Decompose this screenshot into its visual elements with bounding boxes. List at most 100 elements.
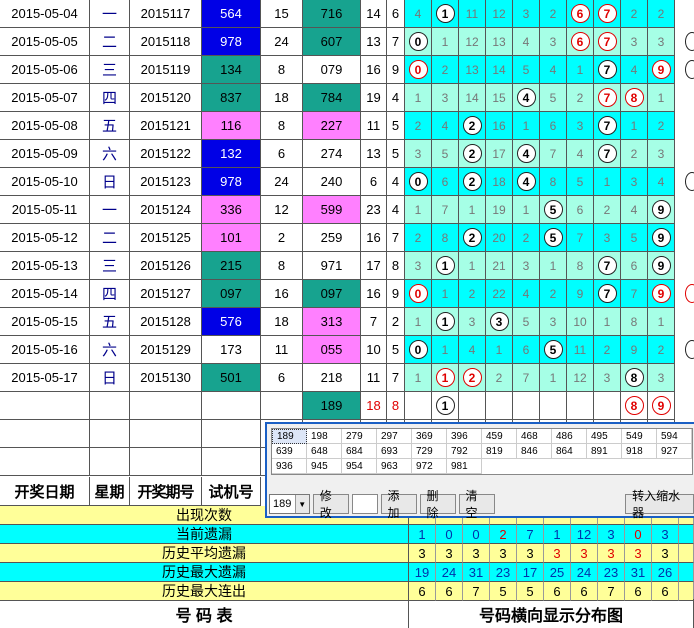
sum-cell: 15	[261, 0, 303, 28]
number-item[interactable]: 297	[377, 429, 412, 444]
clear-button[interactable]: 清空	[458, 489, 495, 520]
hit-ball: 7	[597, 32, 617, 51]
number-item[interactable]: 864	[552, 444, 587, 459]
number-item[interactable]: 981	[447, 459, 482, 474]
miss-count: 9	[576, 286, 584, 301]
number-item[interactable]: 729	[412, 444, 447, 459]
table-row[interactable]: 2015-05-12 二 2015125 101 2 259 16 7 2 8 2 20 2 5 7 3 5 9	[0, 224, 694, 252]
number-item[interactable]: 972	[412, 459, 447, 474]
table-row[interactable]: 2015-05-13 三 2015126 215 8 971 17 8 3 1 1 21 3 1 8 7 6 9	[0, 252, 694, 280]
number-select[interactable]: 189 ▼	[269, 494, 310, 514]
number-item[interactable]: 963	[377, 459, 412, 474]
empty-cell	[0, 420, 90, 448]
table-row[interactable]: 2015-05-16 六 2015129 173 11 055 10 5 0 1 4 1 6 5 11 2 9 2	[0, 336, 694, 364]
to-reducer-button[interactable]: 转入缩水器	[625, 489, 694, 520]
trend-cell: 3	[648, 28, 675, 56]
pending-test-number: 189	[303, 392, 361, 420]
number-item[interactable]: 693	[377, 444, 412, 459]
tail-cell: 5	[387, 140, 405, 168]
stats-value: 3	[517, 544, 544, 563]
table-row[interactable]: 2015-05-06 三 2015119 134 8 079 16 9 0 2 13 14 5 4 1 7 4 9	[0, 56, 694, 84]
number-item[interactable]: 459	[482, 429, 517, 444]
date-cell: 2015-05-05	[0, 28, 90, 56]
number-item[interactable]: 927	[657, 444, 692, 459]
miss-count: 3	[549, 314, 557, 329]
trend-cell: 3	[513, 0, 540, 28]
number-item[interactable]: 396	[447, 429, 482, 444]
test-number-cell: 259	[303, 224, 361, 252]
dropdown-arrow-icon[interactable]: ▼	[294, 495, 309, 513]
trend-cell: 8	[621, 364, 648, 392]
trend-cell: 1	[594, 168, 621, 196]
date-cell: 2015-05-07	[0, 84, 90, 112]
empty-cell	[90, 420, 130, 448]
trend-cell: 2	[540, 280, 567, 308]
number-item[interactable]: 594	[657, 429, 692, 444]
trend-cell: 22	[486, 280, 513, 308]
trend-cell: 2	[405, 224, 432, 252]
stats-value	[679, 525, 694, 544]
number-item[interactable]: 639	[272, 444, 307, 459]
number-item[interactable]: 891	[587, 444, 622, 459]
miss-count: 2	[495, 370, 503, 385]
hit-ball: 2	[462, 368, 482, 387]
number-item[interactable]: 945	[307, 459, 342, 474]
hit-ball: 7	[597, 88, 617, 107]
number-item[interactable]: 468	[517, 429, 552, 444]
number-item[interactable]: 198	[307, 429, 342, 444]
draw-number-cell: 101	[202, 224, 261, 252]
table-row[interactable]: 2015-05-07 四 2015120 837 18 784 19 4 1 3 14 15 4 5 2 7 8…	[0, 84, 694, 112]
number-item[interactable]: 486	[552, 429, 587, 444]
table-row[interactable]: 2015-05-09 六 2015122 132 6 274 13 5 3 5 2 17 4 7 4 7 2 3	[0, 140, 694, 168]
table-row[interactable]: 2015-05-14 四 2015127 097 16 097 16 9 0 1 2 22 4 2 9 7 7 9	[0, 280, 694, 308]
modify-button[interactable]: 修改	[312, 489, 349, 520]
table-row[interactable]: 2015-05-11 一 2015124 336 12 599 23 4 1 7 1 19 1 5 6 2 4 9	[0, 196, 694, 224]
trend-cell: 11	[567, 336, 594, 364]
table-row[interactable]: 2015-05-08 五 2015121 116 8 227 11 5 2 4 2 16 1 6 3 7 1 2	[0, 112, 694, 140]
trend-cell: 1	[621, 112, 648, 140]
number-input[interactable]	[351, 494, 378, 514]
number-item[interactable]: 279	[342, 429, 377, 444]
table-row[interactable]: 2015-05-05 二 2015118 978 24 607 13 7 0 1 12 13 4 3 6 7 3…	[0, 28, 694, 56]
miss-count: 1	[522, 118, 530, 133]
miss-count: 17	[492, 146, 506, 161]
trend-cell: 4	[459, 336, 486, 364]
trend-cell	[540, 392, 567, 420]
number-item[interactable]: 846	[517, 444, 552, 459]
number-item[interactable]: 684	[342, 444, 377, 459]
miss-count: 3	[414, 146, 422, 161]
hit-ball: 4	[516, 172, 536, 191]
trend-cell: 2	[459, 224, 486, 252]
number-item[interactable]: 648	[307, 444, 342, 459]
number-item[interactable]: 918	[622, 444, 657, 459]
table-row[interactable]: 2015-05-15 五 2015128 576 18 313 7 2 1 1 3 3 5 3 10 1 8 1	[0, 308, 694, 336]
number-list[interactable]: 189 198 279 297 369 396 459 468 486 495 549 594 639 6…	[271, 428, 693, 475]
add-button[interactable]: 添加	[380, 489, 417, 520]
trend-cell: 9	[621, 336, 648, 364]
number-item[interactable]: 819	[482, 444, 517, 459]
table-row[interactable]: 2015-05-10 日 2015123 978 24 240 6 4 0 6 2 18 4 8 5 1 3 4	[0, 168, 694, 196]
miss-count: 2	[522, 230, 530, 245]
trend-cell: 7	[594, 280, 621, 308]
miss-count: 6	[522, 342, 530, 357]
test-number-cell: 227	[303, 112, 361, 140]
stats-value: 3	[463, 544, 490, 563]
number-item[interactable]: 954	[342, 459, 377, 474]
trend-cell: 1	[432, 308, 459, 336]
delete-button[interactable]: 删除	[419, 489, 456, 520]
miss-count: 3	[630, 34, 638, 49]
table-row[interactable]: 2015-05-04 一 2015117 564 15 716 14 6 4 1 11 12 3 2 6 7 2…	[0, 0, 694, 28]
number-picker-popup[interactable]: 189 198 279 297 369 396 459 468 486 495 549 594 639 6…	[265, 422, 694, 520]
number-item[interactable]: 369	[412, 429, 447, 444]
number-item[interactable]: 549	[622, 429, 657, 444]
empty-cell	[0, 392, 90, 420]
number-item[interactable]: 189	[272, 429, 307, 444]
table-row[interactable]: 2015-05-17 日 2015130 501 6 218 11 7 1 1 2 2 7 1 12 3 8 3	[0, 364, 694, 392]
miss-count: 3	[468, 314, 476, 329]
number-item[interactable]: 495	[587, 429, 622, 444]
miss-count: 1	[414, 314, 422, 329]
draw-number-cell: 132	[202, 140, 261, 168]
test-number-cell: 097	[303, 280, 361, 308]
number-item[interactable]: 936	[272, 459, 307, 474]
number-item[interactable]: 792	[447, 444, 482, 459]
